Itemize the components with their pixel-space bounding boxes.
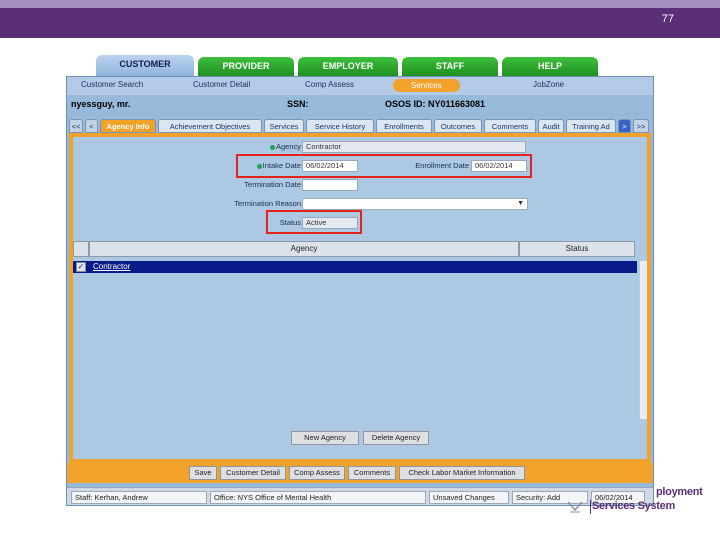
tab-audit[interactable]: Audit (538, 119, 564, 133)
tab-help[interactable]: HELP (502, 57, 598, 77)
subnav-customer-search[interactable]: Customer Search (81, 80, 143, 89)
agency-info-content: Agency Contractor Intake Date 06/02/2014… (73, 137, 647, 459)
row-agency-link[interactable]: Contractor (93, 262, 130, 271)
agency-info-panel: Agency Contractor Intake Date 06/02/2014… (69, 133, 651, 463)
sub-navigation: Customer Search Customer Detail Comp Ass… (67, 77, 653, 95)
tab-training-ad[interactable]: Training Ad (566, 119, 616, 133)
slide-number: 77 (661, 13, 674, 25)
save-button[interactable]: Save (189, 466, 217, 480)
termination-reason-select[interactable]: ▼ (302, 198, 528, 210)
tab-nav-next[interactable]: > (618, 119, 631, 133)
termination-date-label: Termination Date (244, 180, 301, 189)
agency-field[interactable]: Contractor (302, 141, 526, 153)
tab-staff[interactable]: STAFF (402, 57, 498, 77)
required-dot-icon (269, 144, 275, 150)
tab-outcomes[interactable]: Outcomes (434, 119, 482, 133)
bottom-button-bar: Save Customer Detail Comp Assess Comment… (67, 463, 653, 483)
app-window: Customer Search Customer Detail Comp Ass… (66, 76, 654, 506)
intake-enrollment-highlight (236, 154, 532, 178)
table-scrollbar[interactable] (639, 261, 647, 419)
delete-agency-button[interactable]: Delete Agency (363, 431, 429, 445)
tab-employer[interactable]: EMPLOYER (298, 57, 398, 77)
subnav-services[interactable]: Services (393, 79, 460, 92)
subnav-customer-detail[interactable]: Customer Detail (193, 80, 250, 89)
chevron-down-icon[interactable]: ▼ (517, 199, 524, 209)
status-office: Office: NYS Office of Mental Health (210, 491, 426, 504)
ssn-label: SSN: (287, 99, 309, 109)
logo-divider (590, 500, 591, 514)
tab-nav-first[interactable]: << (69, 119, 83, 133)
tab-agency-info[interactable]: Agency Info (100, 119, 156, 133)
table-header-agency[interactable]: Agency (89, 241, 519, 257)
new-agency-button[interactable]: New Agency (291, 431, 359, 445)
osos-logo: ployment Services System (556, 486, 706, 516)
check-labor-market-button[interactable]: Check Labor Market Information (399, 466, 525, 480)
status-highlight (266, 210, 362, 234)
slide-header-band: 77 (0, 0, 720, 38)
tab-service-history[interactable]: Service History (306, 119, 374, 133)
tab-comments[interactable]: Comments (484, 119, 536, 133)
tab-enrollments[interactable]: Enrollments (376, 119, 432, 133)
tab-achievement-objectives[interactable]: Achievement Objectives (158, 119, 262, 133)
logo-mark-icon (567, 501, 583, 513)
tab-services[interactable]: Services (264, 119, 304, 133)
subnav-comp-assess[interactable]: Comp Assess (305, 80, 354, 89)
tab-nav-last[interactable]: >> (633, 119, 649, 133)
status-staff: Staff: Kerhan, Andrew (71, 491, 207, 504)
tab-nav-prev[interactable]: < (85, 119, 98, 133)
inner-tab-bar: << < Agency Info Achievement Objectives … (69, 119, 651, 133)
termination-date-field[interactable] (302, 179, 358, 191)
comp-assess-button[interactable]: Comp Assess (289, 466, 345, 480)
customer-name: nyessguy, mr. (71, 99, 131, 109)
tab-customer[interactable]: CUSTOMER (96, 55, 194, 77)
logo-text-line2: Services System (592, 500, 675, 512)
table-header-status[interactable]: Status (519, 241, 635, 257)
table-row[interactable]: ✓ Contractor (73, 261, 637, 273)
status-unsaved: Unsaved Changes (429, 491, 509, 504)
customer-detail-button[interactable]: Customer Detail (220, 466, 286, 480)
subnav-jobzone[interactable]: JobZone (533, 80, 564, 89)
logo-text-line1: ployment (656, 486, 703, 498)
tab-provider[interactable]: PROVIDER (198, 57, 294, 77)
osos-id: OSOS ID: NY011663081 (385, 99, 486, 109)
comments-button[interactable]: Comments (348, 466, 396, 480)
agency-label: Agency (173, 142, 301, 151)
main-tab-bar: CUSTOMER PROVIDER EMPLOYER STAFF HELP (96, 55, 602, 77)
row-checkbox[interactable]: ✓ (76, 262, 86, 272)
table-select-header (73, 241, 89, 257)
termination-reason-label: Termination Reason (234, 199, 301, 208)
